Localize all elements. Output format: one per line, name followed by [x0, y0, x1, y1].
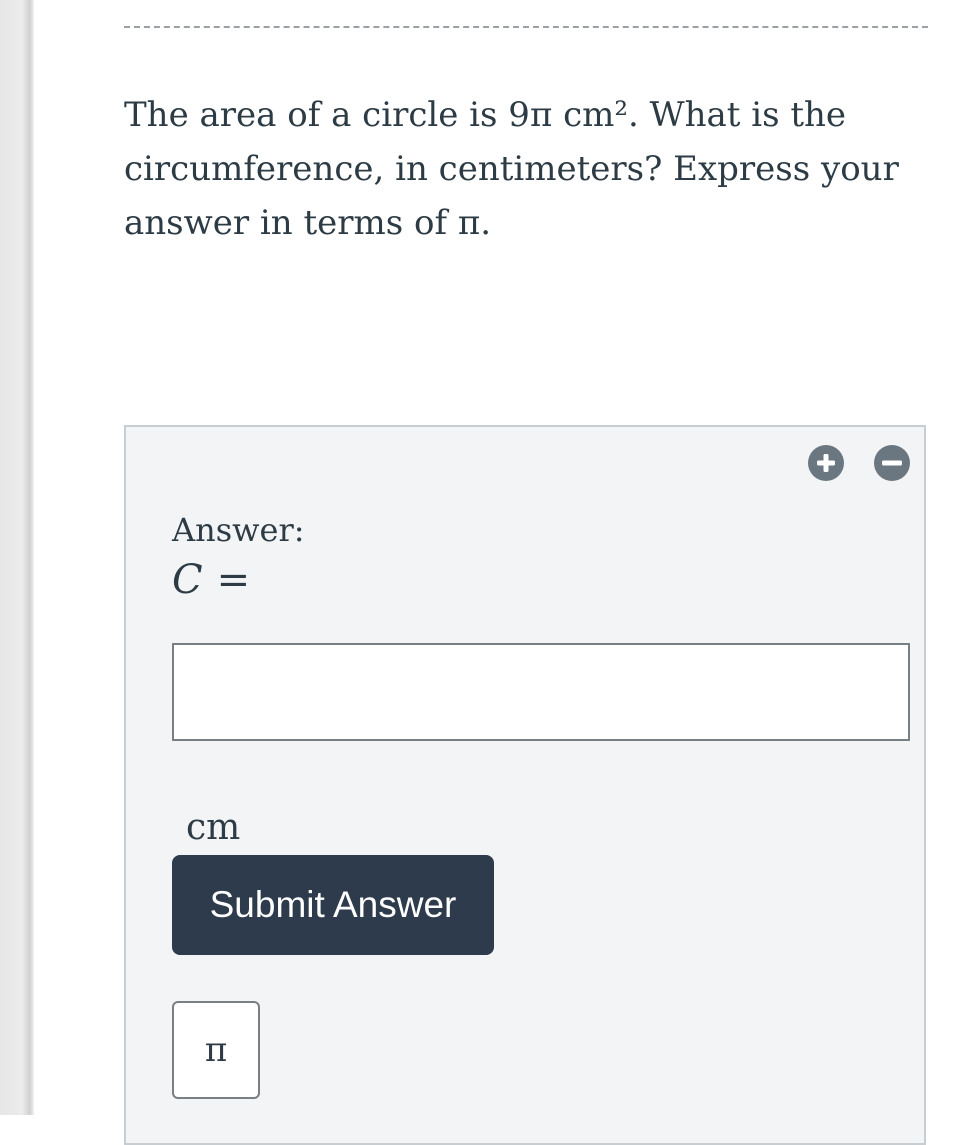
remove-answer-button[interactable]: [874, 445, 910, 481]
submit-answer-button[interactable]: Submit Answer: [172, 855, 494, 955]
left-edge-shadow: [0, 0, 34, 1115]
equals-sign: =: [216, 557, 251, 603]
variable-equation: C =: [172, 557, 250, 603]
add-answer-button[interactable]: [808, 445, 844, 481]
unit-label: cm: [186, 807, 241, 848]
variable-symbol: C: [172, 557, 203, 603]
minus-circle-icon: [882, 460, 902, 466]
question-text: The area of a circle is 9π cm². What is …: [124, 95, 899, 243]
answer-panel: Answer: C = cm Submit Answer π: [124, 425, 926, 1145]
answer-label: Answer:: [172, 511, 305, 549]
pi-symbol-button[interactable]: π: [172, 1001, 260, 1099]
answer-input[interactable]: [172, 643, 910, 741]
dashed-divider: [124, 26, 928, 28]
plus-circle-icon: [817, 454, 835, 472]
